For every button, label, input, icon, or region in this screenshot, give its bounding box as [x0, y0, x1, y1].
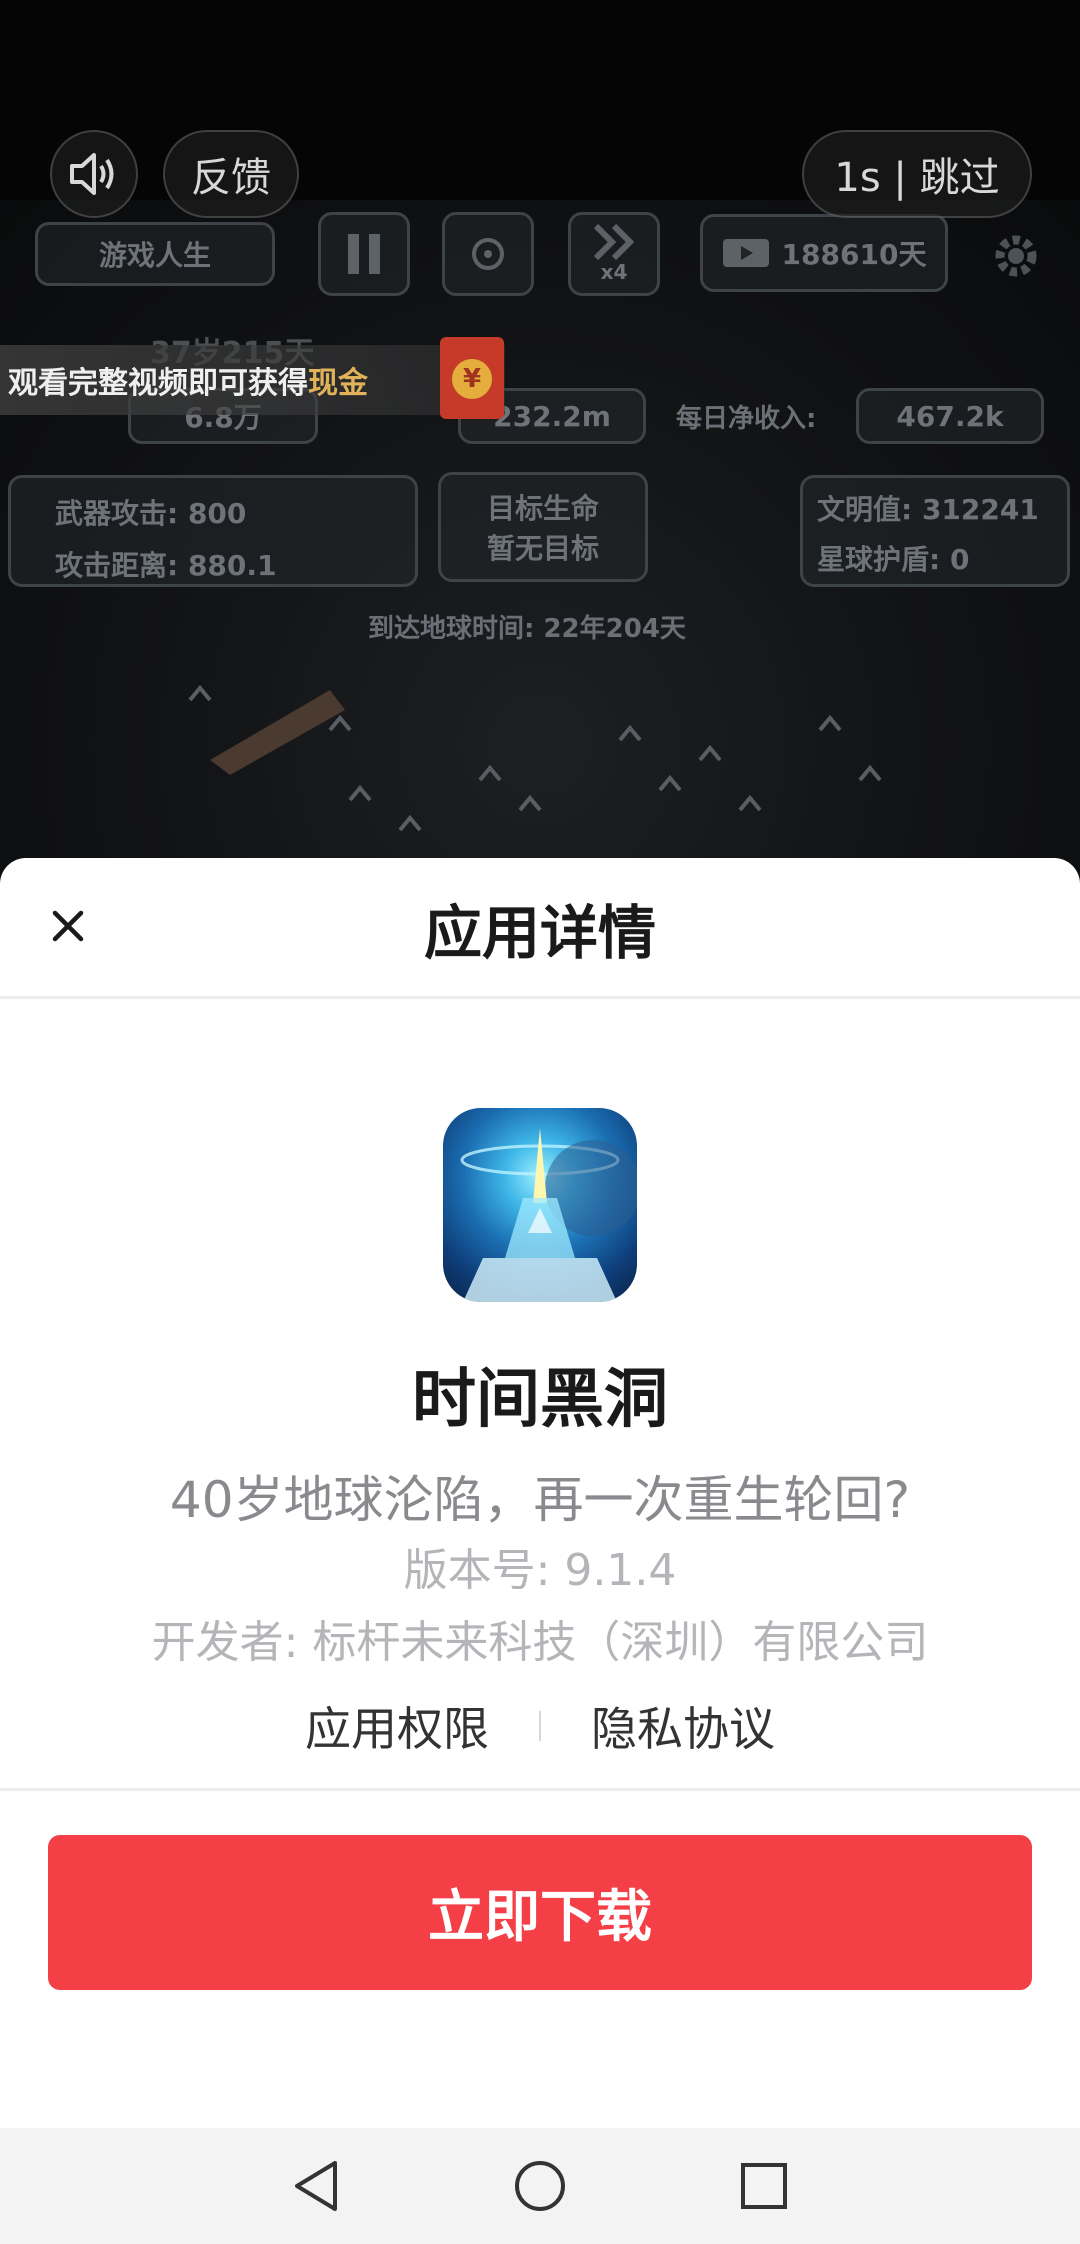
- deposit-value: 232.2m: [493, 399, 611, 433]
- pause-icon: [318, 212, 410, 296]
- nav-back-icon: [295, 2161, 337, 2211]
- system-nav-bar: [0, 2128, 1080, 2244]
- days-box: 188610天: [700, 214, 948, 292]
- skip-label: 1s | 跳过: [834, 155, 1000, 201]
- download-label: 立即下载: [428, 1885, 652, 1950]
- fast-forward-icon: x4: [568, 212, 660, 296]
- target-life-status: 暂无目标: [486, 532, 599, 565]
- ad-video-area[interactable]: 游戏人生 x4 188610天 37岁215天 6.8万 232.2m 每日净收…: [0, 0, 1080, 880]
- footer-divider: [0, 1788, 1080, 1791]
- app-permissions-link[interactable]: 应用权限: [255, 1693, 539, 1759]
- speaker-icon: [70, 153, 114, 195]
- reward-banner-highlight: 现金: [308, 366, 368, 401]
- daily-income-box: 467.2k: [856, 388, 1044, 444]
- feedback-label: 反馈: [191, 155, 271, 201]
- feedback-button[interactable]: 反馈: [163, 130, 299, 218]
- arrival-time: 到达地球时间: 22年204天: [368, 614, 686, 644]
- game-video-frame: 游戏人生 x4 188610天 37岁215天 6.8万 232.2m 每日净收…: [0, 200, 1080, 880]
- privacy-policy-link[interactable]: 隐私协议: [541, 1693, 825, 1759]
- sound-toggle-button[interactable]: [50, 130, 138, 218]
- skip-button[interactable]: 1s | 跳过: [802, 130, 1032, 218]
- nav-recents-button[interactable]: [724, 2146, 804, 2226]
- target-lock-icon: [442, 212, 534, 296]
- settings-gear-icon: [990, 230, 1042, 286]
- links-row: 应用权限 隐私协议: [0, 1696, 1080, 1756]
- red-packet-icon: ¥: [440, 337, 504, 419]
- nav-recents-icon: [741, 2163, 787, 2209]
- reward-banner-text: 观看完整视频即可获得: [8, 366, 308, 401]
- download-button[interactable]: 立即下载: [48, 1835, 1032, 1990]
- attack-range: 攻击距离: 880.1: [55, 549, 277, 582]
- nav-home-button[interactable]: [500, 2146, 580, 2226]
- app-detail-sheet: 应用详情 时间黑洞 40岁地球沦陷，再一次重生轮回? 版本号: 9.1.4 开发…: [0, 858, 1080, 2128]
- weapon-stats-box: 武器攻击: 800 攻击距离: 880.1: [8, 475, 418, 587]
- app-version: 版本号: 9.1.4: [403, 1545, 677, 1596]
- alien-fleet-illustration: [188, 684, 882, 832]
- nav-home-icon: [515, 2161, 565, 2211]
- app-icon: [443, 1108, 637, 1302]
- civilization-value: 文明值: 312241: [817, 493, 1039, 526]
- yuan-coin-icon: ¥: [452, 359, 492, 399]
- game-mode-box: 游戏人生: [35, 222, 275, 286]
- app-developer: 开发者: 标杆未来科技（深圳）有限公司: [151, 1617, 929, 1668]
- app-slogan: 40岁地球沦陷，再一次重生轮回?: [169, 1471, 911, 1529]
- daily-income-value: 467.2k: [896, 399, 1004, 433]
- header-divider: [0, 996, 1080, 999]
- target-life-label: 目标生命: [486, 492, 599, 525]
- daily-income-label: 每日净收入:: [676, 404, 817, 434]
- target-life-box: 目标生命 暂无目标: [438, 472, 648, 582]
- sheet-header: 应用详情: [0, 858, 1080, 998]
- planet-shield-value: 星球护盾: 0: [817, 543, 970, 576]
- game-mode-label: 游戏人生: [98, 239, 211, 272]
- civilization-box: 文明值: 312241 星球护盾: 0: [800, 475, 1070, 587]
- weapon-attack: 武器攻击: 800: [55, 497, 247, 530]
- app-name: 时间黑洞: [412, 1363, 668, 1437]
- days-value: 188610天: [781, 238, 927, 271]
- reward-banner: 观看完整视频即可获得 现金: [0, 345, 505, 415]
- nav-back-button[interactable]: [276, 2146, 356, 2226]
- speed-label: x4: [600, 260, 628, 284]
- sheet-title: 应用详情: [423, 899, 656, 967]
